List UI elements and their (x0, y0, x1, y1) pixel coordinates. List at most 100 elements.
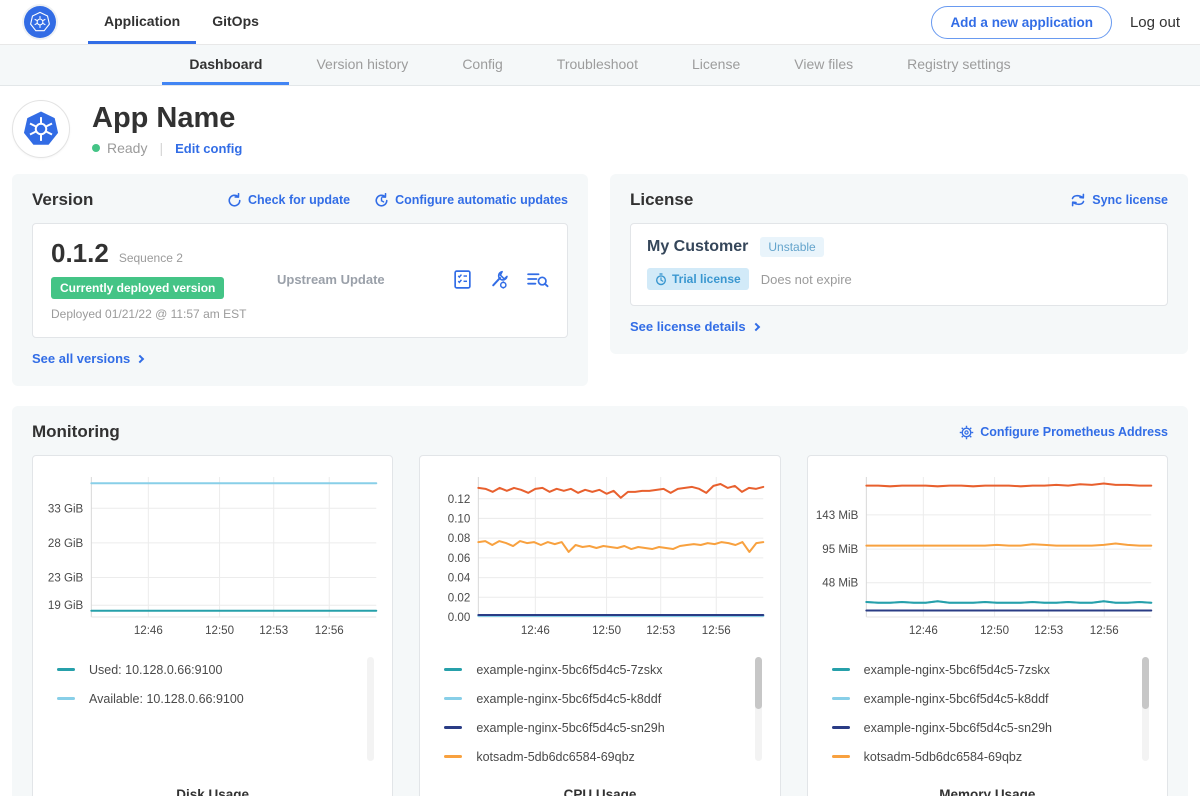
svg-text:12:56: 12:56 (1089, 625, 1118, 637)
svg-text:12:50: 12:50 (205, 625, 234, 637)
svg-text:95 MiB: 95 MiB (822, 544, 858, 556)
trial-license-badge: Trial license (647, 268, 749, 290)
legend-item: example-nginx-5bc6f5d4c5-k8ddf (444, 684, 745, 713)
channel-badge: Unstable (760, 237, 823, 257)
legend-item: Available: 10.128.0.66:9100 (57, 684, 358, 713)
legend-label: kotsadm-5db6dc6584-69qbz (864, 750, 1022, 764)
config-wrench-icon[interactable] (489, 269, 510, 290)
svg-text:12:50: 12:50 (592, 625, 621, 637)
tab-registry-settings[interactable]: Registry settings (880, 45, 1037, 85)
tab-config[interactable]: Config (435, 45, 529, 85)
svg-text:12:56: 12:56 (702, 625, 731, 637)
check-for-update-link[interactable]: Check for update (227, 193, 350, 208)
svg-text:12:53: 12:53 (259, 625, 288, 637)
legend-label: Available: 10.128.0.66:9100 (89, 692, 244, 706)
tab-application[interactable]: Application (88, 0, 196, 44)
legend-swatch-icon (832, 755, 850, 758)
chart-panel-disk-usage: 19 GiB23 GiB28 GiB33 GiB12:4612:5012:531… (32, 455, 393, 796)
update-type-label: Upstream Update (277, 272, 452, 287)
legend-swatch-icon (832, 726, 850, 729)
deploy-logs-icon[interactable] (526, 269, 549, 290)
see-all-versions-label: See all versions (32, 351, 130, 366)
tab-application-label: Application (104, 13, 180, 29)
legend-item: example-nginx-5bc6f5d4c5-sn29h (444, 713, 745, 742)
legend-swatch-icon (444, 697, 462, 700)
legend-scrollbar-thumb[interactable] (755, 657, 762, 709)
tab-gitops-label: GitOps (212, 13, 259, 29)
refresh-icon (227, 193, 242, 208)
legend-item: Used: 10.128.0.66:9100 (57, 655, 358, 684)
configure-prometheus-link[interactable]: Configure Prometheus Address (959, 425, 1168, 440)
chart-title: Disk Usage (41, 787, 384, 796)
status-ready-dot (92, 144, 100, 152)
check-for-update-label: Check for update (248, 193, 350, 207)
version-card: Version Check for update Configure autom… (12, 174, 588, 386)
top-nav: Application GitOps Add a new application… (0, 0, 1200, 45)
legend-label: example-nginx-5bc6f5d4c5-7zskx (864, 663, 1050, 677)
monitoring-card: Monitoring Configure Prometheus Address … (12, 406, 1188, 796)
top-nav-tabs: Application GitOps (88, 0, 275, 44)
app-logo-icon (12, 100, 70, 158)
legend-swatch-icon (57, 668, 75, 671)
see-license-details-label: See license details (630, 319, 746, 334)
chart-legend: Used: 10.128.0.66:9100 Available: 10.128.… (57, 655, 374, 773)
stopwatch-icon (655, 273, 667, 286)
deployed-timestamp: Deployed 01/21/22 @ 11:57 am EST (51, 307, 277, 321)
sync-license-link[interactable]: Sync license (1070, 193, 1168, 207)
svg-text:0.02: 0.02 (448, 592, 471, 604)
chart-legend: example-nginx-5bc6f5d4c5-7zskx example-ng… (832, 655, 1149, 773)
legend-scrollbar-thumb[interactable] (1142, 657, 1149, 709)
svg-text:23 GiB: 23 GiB (48, 573, 84, 585)
legend-item: kotsadm-5db6dc6584-69qbz (832, 742, 1133, 771)
chart-panel-memory-usage: 48 MiB95 MiB143 MiB12:4612:5012:5312:56e… (807, 455, 1168, 796)
edit-config-link[interactable]: Edit config (175, 141, 242, 156)
see-license-details-link[interactable]: See license details (630, 319, 759, 334)
legend-label: example-nginx-5bc6f5d4c5-k8ddf (864, 692, 1049, 706)
add-application-button[interactable]: Add a new application (931, 6, 1112, 39)
status-text: Ready (107, 140, 147, 156)
see-all-versions-link[interactable]: See all versions (32, 351, 143, 366)
legend-label: Used: 10.128.0.66:9100 (89, 663, 222, 677)
svg-text:12:53: 12:53 (647, 625, 676, 637)
tab-version-history[interactable]: Version history (289, 45, 435, 85)
svg-text:12:53: 12:53 (1034, 625, 1063, 637)
legend-swatch-icon (444, 755, 462, 758)
svg-text:33 GiB: 33 GiB (48, 503, 84, 515)
sync-license-label: Sync license (1092, 193, 1168, 207)
svg-text:12:46: 12:46 (909, 625, 938, 637)
chevron-right-icon (136, 354, 144, 362)
version-number: 0.1.2 (51, 238, 109, 269)
divider: | (159, 140, 163, 156)
svg-text:0.04: 0.04 (448, 573, 471, 585)
tab-troubleshoot[interactable]: Troubleshoot (530, 45, 665, 85)
logout-link[interactable]: Log out (1130, 14, 1180, 31)
svg-text:0.06: 0.06 (448, 553, 471, 565)
configure-automatic-updates-link[interactable]: Configure automatic updates (374, 193, 568, 208)
sequence-label: Sequence 2 (119, 251, 183, 265)
legend-item: example-nginx-5bc6f5d4c5-7zskx (444, 655, 745, 684)
tab-dashboard[interactable]: Dashboard (162, 45, 289, 85)
monitoring-title: Monitoring (32, 422, 120, 442)
legend-label: example-nginx-5bc6f5d4c5-k8ddf (476, 692, 661, 706)
tab-view-files[interactable]: View files (767, 45, 880, 85)
legend-swatch-icon (57, 697, 75, 700)
chart-legend: example-nginx-5bc6f5d4c5-7zskx example-ng… (444, 655, 761, 773)
monitoring-panels: 19 GiB23 GiB28 GiB33 GiB12:4612:5012:531… (32, 455, 1168, 796)
chart-canvas: 48 MiB95 MiB143 MiB12:4612:5012:5312:56 (816, 470, 1159, 641)
svg-text:12:46: 12:46 (134, 625, 163, 637)
svg-text:0.10: 0.10 (448, 513, 471, 525)
svg-text:0.00: 0.00 (448, 612, 471, 624)
svg-text:143 MiB: 143 MiB (816, 510, 859, 522)
svg-text:0.12: 0.12 (448, 494, 471, 506)
configure-prometheus-label: Configure Prometheus Address (980, 425, 1168, 439)
legend-label: example-nginx-5bc6f5d4c5-sn29h (864, 721, 1052, 735)
currently-deployed-badge: Currently deployed version (51, 277, 224, 299)
chart-canvas: 19 GiB23 GiB28 GiB33 GiB12:4612:5012:531… (41, 470, 384, 641)
legend-item: kotsadm-5db6dc6584-69qbz (444, 742, 745, 771)
clock-refresh-icon (374, 193, 389, 208)
legend-item: example-nginx-5bc6f5d4c5-k8ddf (832, 684, 1133, 713)
tab-gitops[interactable]: GitOps (196, 0, 275, 44)
tab-license[interactable]: License (665, 45, 767, 85)
preflight-checklist-icon[interactable] (452, 269, 473, 290)
legend-item: example-nginx-5bc6f5d4c5-sn29h (832, 713, 1133, 742)
